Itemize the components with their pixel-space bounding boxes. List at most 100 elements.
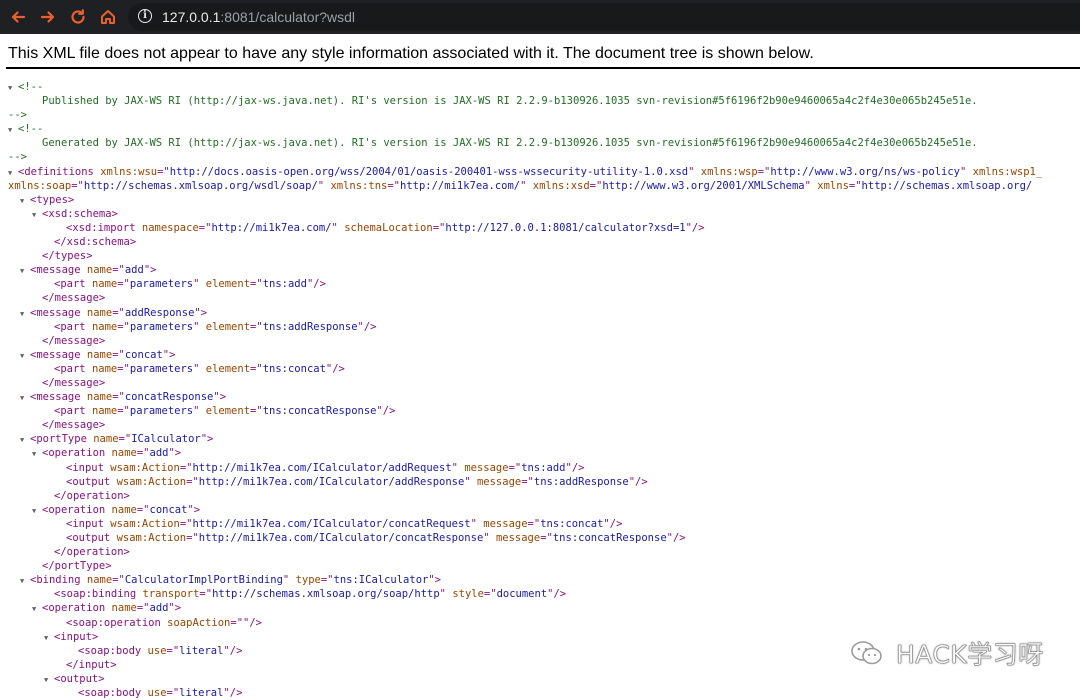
xml-token: <part <box>54 320 86 333</box>
xml-line: <output wsam:Action="http://mi1k7ea.com/… <box>8 475 1080 489</box>
xml-line: </message> <box>8 418 1080 432</box>
xml-line[interactable]: ▼ <definitions xmlns:wsu="http://docs.oas… <box>8 165 1080 179</box>
forward-button[interactable] <box>38 7 58 27</box>
xml-token: name <box>91 362 118 375</box>
collapse-toggle-icon[interactable]: ▼ <box>8 123 18 137</box>
xml-line[interactable]: ▼ <operation name="add"> <box>8 446 1080 460</box>
collapse-toggle-icon[interactable]: ▼ <box>32 208 42 222</box>
back-button[interactable] <box>8 7 28 27</box>
xml-line[interactable]: ▼ <operation name="concat"> <box>8 503 1080 517</box>
xml-line[interactable]: ▼ <operation name="add"> <box>8 601 1080 615</box>
xml-token: =" <box>118 433 132 446</box>
xml-token: type <box>295 574 321 587</box>
collapse-toggle-icon[interactable]: ▼ <box>44 673 54 687</box>
collapse-toggle-icon[interactable]: ▼ <box>20 307 30 321</box>
xml-line[interactable]: ▼ <binding name="CalculatorImplPortBindin… <box>8 573 1080 587</box>
xml-token: =" <box>186 532 199 544</box>
xml-token: http://mi1k7ea.com/ <box>211 221 332 234</box>
xml-token: "/> <box>223 644 243 657</box>
address-bar[interactable]: i 127.0.0.1:8081/calculator?wsdl <box>128 3 1080 31</box>
xml-token: schemaLocation <box>344 221 433 234</box>
xml-token: --> <box>8 151 27 164</box>
xml-line: <soap:operation soapAction=""/> <box>8 616 1080 630</box>
xml-token: name <box>91 405 118 418</box>
collapse-toggle-icon[interactable]: ▼ <box>8 81 18 95</box>
xml-line: </operation> <box>8 545 1080 559</box>
xml-line[interactable]: ▼ <message name="addResponse"> <box>8 306 1080 320</box>
xml-token: xmlns:wsu <box>100 165 158 178</box>
xml-token: parameters <box>129 362 194 375</box>
url-text[interactable]: 127.0.0.1:8081/calculator?wsdl <box>162 8 355 26</box>
xml-token: =" <box>432 221 446 234</box>
xml-token: =" <box>757 165 771 178</box>
xml-token: <soap:operation <box>66 616 161 629</box>
collapse-toggle-icon[interactable]: ▼ <box>32 447 42 461</box>
xml-line: Generated by JAX-WS RI (http://jax-ws.ja… <box>8 136 1080 150</box>
xml-token: <message <box>30 348 81 361</box>
xml-token: </portType> <box>42 560 112 573</box>
xml-token: <soap:body <box>78 644 142 657</box>
xml-token: name <box>86 574 113 587</box>
xml-token: <operation <box>42 602 106 615</box>
xml-token: xmlns:soap <box>8 179 72 192</box>
xml-token: =" <box>250 405 263 418</box>
xml-line: xmlns:soap="http://schemas.xmlsoap.org/w… <box>8 179 1080 193</box>
xml-line[interactable]: ▼ <xsd:schema> <box>8 207 1080 221</box>
xml-line[interactable]: ▼ <!-- <box>8 80 1080 94</box>
xml-token: <output> <box>54 672 105 685</box>
xml-token: "/> <box>357 320 377 333</box>
xml-token: document <box>496 588 548 601</box>
xml-token: xmlns:wsp <box>700 165 758 178</box>
xml-token: </types> <box>42 250 93 263</box>
collapse-toggle-icon[interactable]: ▼ <box>20 391 30 405</box>
collapse-toggle-icon[interactable]: ▼ <box>44 631 54 645</box>
xml-token: =" <box>157 165 170 178</box>
xml-token: <types> <box>30 193 75 206</box>
xml-token: parameters <box>129 320 194 333</box>
xml-token: =" <box>112 264 125 277</box>
collapse-toggle-icon[interactable]: ▼ <box>20 433 30 447</box>
xml-token: addResponse <box>124 306 195 319</box>
xml-token: =" <box>71 179 84 192</box>
xml-line[interactable]: ▼ <portType name="ICalculator"> <box>8 432 1080 446</box>
reload-button[interactable] <box>68 7 88 27</box>
xml-line[interactable]: ▼ <output> <box>8 672 1080 686</box>
xml-token: <message <box>30 264 81 277</box>
xml-line[interactable]: ▼ <!-- <box>8 122 1080 136</box>
xml-token: =" <box>136 503 150 516</box>
xml-token: name <box>91 320 118 333</box>
collapse-toggle-icon[interactable]: ▼ <box>32 504 42 518</box>
xml-line[interactable]: ▼ <types> <box>8 193 1080 207</box>
notice-divider <box>6 67 1080 69</box>
xml-line[interactable]: ▼ <message name="add"> <box>8 263 1080 277</box>
xml-token: <output <box>66 532 111 544</box>
xml-token: add <box>149 602 169 615</box>
collapse-toggle-icon[interactable]: ▼ <box>20 574 30 588</box>
xml-line[interactable]: ▼ <message name="concat"> <box>8 348 1080 362</box>
collapse-toggle-icon[interactable]: ▼ <box>20 349 30 363</box>
forward-icon <box>40 11 55 23</box>
xml-token: "> <box>428 574 441 587</box>
collapse-toggle-icon[interactable]: ▼ <box>8 166 18 180</box>
xml-token: <input <box>66 517 104 530</box>
xml-line: --> <box>8 150 1080 164</box>
xml-line[interactable]: ▼ <message name="concatResponse"> <box>8 390 1080 404</box>
home-button[interactable] <box>98 7 118 27</box>
xml-token: element <box>205 362 251 375</box>
xml-token: =" <box>179 461 193 474</box>
xml-token: =" <box>198 221 212 234</box>
xml-token: =" <box>848 179 862 192</box>
url-host: 127.0.0.1 <box>162 9 221 25</box>
xml-token: name <box>93 433 119 446</box>
xml-token: name <box>111 447 137 460</box>
collapse-toggle-icon[interactable]: ▼ <box>20 264 30 278</box>
collapse-toggle-icon[interactable]: ▼ <box>32 602 42 616</box>
xml-token: http://www.w3.org/ns/ws-policy <box>770 165 960 178</box>
xml-token: Published by JAX-WS RI (http://jax-ws.ja… <box>42 95 978 108</box>
xml-token: =" <box>199 588 213 601</box>
xml-token: </message> <box>42 334 106 347</box>
info-icon[interactable]: i <box>138 9 152 23</box>
xml-token: xmlns:wsp1_ <box>972 165 1043 178</box>
collapse-toggle-icon[interactable]: ▼ <box>20 194 30 208</box>
xml-token: =" <box>483 588 497 601</box>
